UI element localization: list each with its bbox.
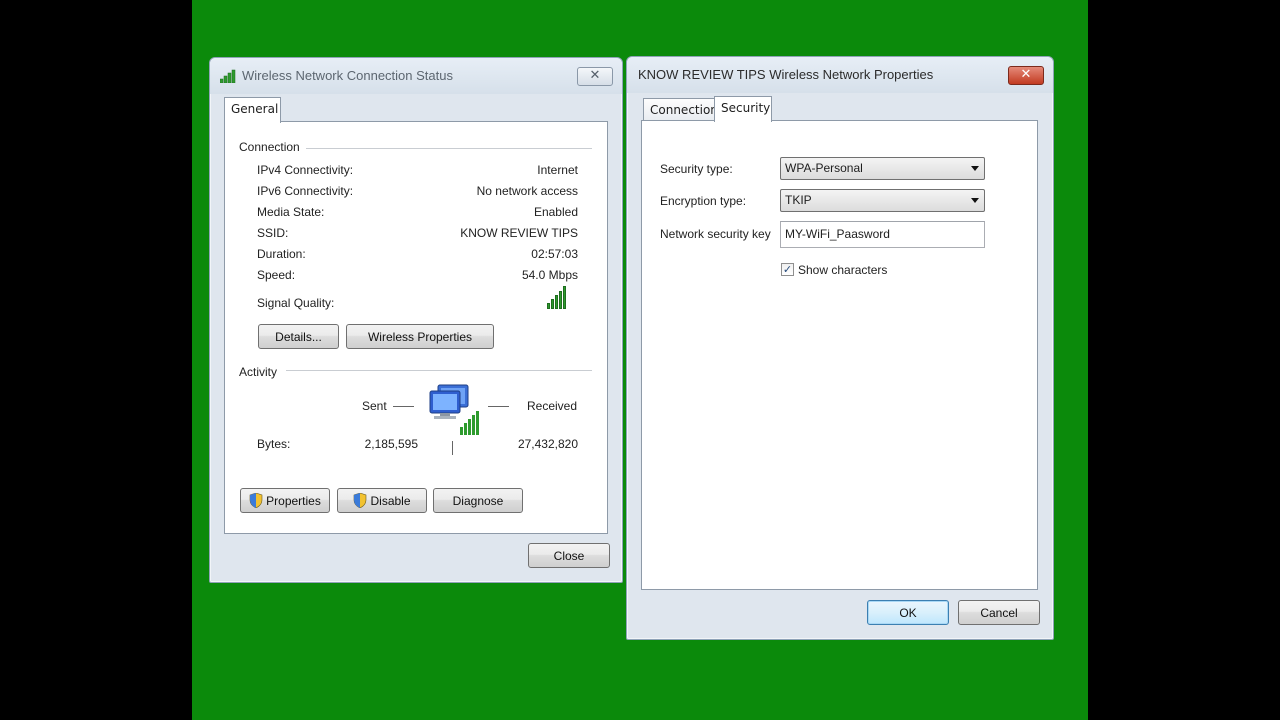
- ssid-value: KNOW REVIEW TIPS: [460, 226, 578, 240]
- network-key-label: Network security key: [660, 227, 771, 241]
- tab-security[interactable]: Security: [714, 96, 772, 122]
- encryption-type-label: Encryption type:: [660, 194, 747, 208]
- received-label: Received: [527, 399, 578, 413]
- diagnose-button[interactable]: Diagnose: [433, 488, 523, 513]
- wireless-properties-button[interactable]: Wireless Properties: [346, 324, 494, 349]
- duration-label: Duration:: [257, 247, 306, 261]
- signal-quality-bars-icon: [547, 285, 566, 309]
- received-line: [488, 406, 509, 407]
- ipv6-label: IPv6 Connectivity:: [257, 184, 354, 198]
- properties-close-icon[interactable]: ✕: [1008, 66, 1044, 85]
- security-type-select[interactable]: WPA-Personal: [780, 157, 985, 180]
- status-dialog: Wireless Network Connection Status ✕ Gen…: [209, 57, 623, 583]
- disable-button[interactable]: Disable: [337, 488, 427, 513]
- tab-general[interactable]: General: [224, 97, 281, 123]
- bytes-received-value: 27,432,820: [517, 437, 578, 451]
- cancel-button[interactable]: Cancel: [958, 600, 1040, 625]
- network-computer-icon: [428, 383, 486, 437]
- bytes-divider: [452, 441, 453, 455]
- disable-button-label: Disable: [370, 493, 411, 508]
- properties-titlebar[interactable]: KNOW REVIEW TIPS Wireless Network Proper…: [627, 57, 1053, 93]
- close-button[interactable]: Close: [528, 543, 610, 568]
- uac-shield-icon: [353, 492, 367, 509]
- sent-label: Sent: [362, 399, 387, 413]
- chevron-down-icon: [971, 198, 979, 203]
- connection-group-header: Connection: [239, 140, 300, 154]
- tab-connection[interactable]: Connection: [643, 98, 718, 122]
- speed-value: 54.0 Mbps: [521, 268, 578, 282]
- status-titlebar[interactable]: Wireless Network Connection Status ✕: [210, 58, 622, 94]
- wireless-signal-icon: [219, 69, 238, 84]
- ipv4-label: IPv4 Connectivity:: [257, 163, 354, 177]
- show-characters-label[interactable]: Show characters: [798, 263, 887, 277]
- connection-divider: [306, 148, 592, 149]
- encryption-type-select[interactable]: TKIP: [780, 189, 985, 212]
- bytes-label: Bytes:: [257, 437, 291, 451]
- uac-shield-icon: [249, 492, 263, 509]
- properties-dialog: KNOW REVIEW TIPS Wireless Network Proper…: [626, 56, 1054, 640]
- ipv6-value: No network access: [476, 184, 578, 198]
- status-close-icon[interactable]: ✕: [577, 67, 613, 86]
- chevron-down-icon: [971, 166, 979, 171]
- media-state-value: Enabled: [533, 205, 578, 219]
- network-key-input[interactable]: MY-WiFi_Paasword: [780, 221, 985, 248]
- sent-line: [393, 406, 414, 407]
- details-button[interactable]: Details...: [258, 324, 339, 349]
- encryption-type-value: TKIP: [785, 193, 812, 207]
- ok-button[interactable]: OK: [867, 600, 949, 625]
- properties-button-label: Properties: [266, 493, 321, 508]
- security-type-label: Security type:: [660, 162, 733, 176]
- security-type-value: WPA-Personal: [785, 161, 863, 175]
- properties-dialog-title: KNOW REVIEW TIPS Wireless Network Proper…: [638, 67, 934, 82]
- activity-divider: [286, 370, 592, 371]
- bytes-sent-value: 2,185,595: [364, 437, 418, 451]
- ssid-label: SSID:: [257, 226, 289, 240]
- ipv4-value: Internet: [537, 163, 578, 177]
- speed-label: Speed:: [257, 268, 296, 282]
- signal-quality-label: Signal Quality:: [257, 296, 335, 310]
- activity-group-header: Activity: [239, 365, 278, 379]
- duration-value: 02:57:03: [531, 247, 578, 261]
- properties-button[interactable]: Properties: [240, 488, 330, 513]
- status-dialog-title: Wireless Network Connection Status: [242, 68, 453, 83]
- media-state-label: Media State:: [257, 205, 325, 219]
- show-characters-checkbox[interactable]: ✓: [781, 263, 794, 276]
